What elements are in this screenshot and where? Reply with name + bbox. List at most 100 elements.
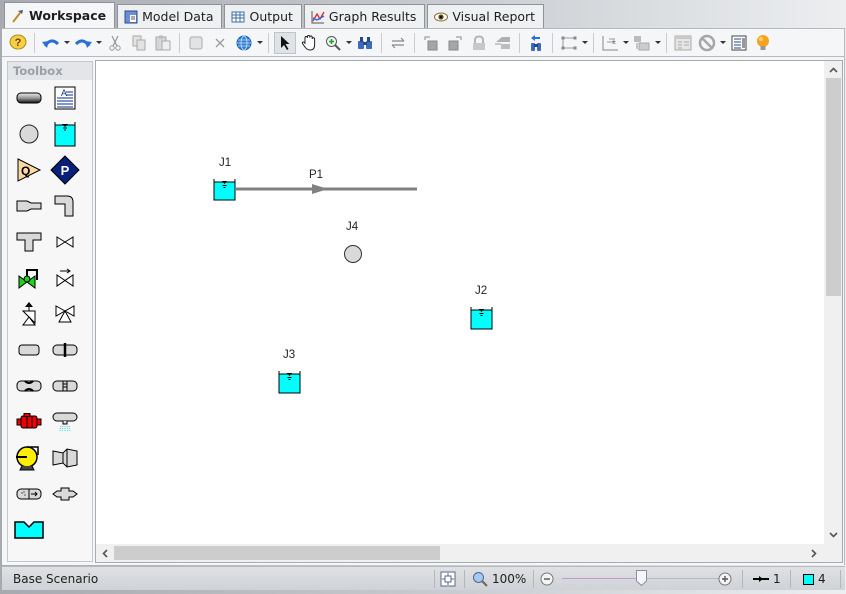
browser-dropdown[interactable] xyxy=(256,32,264,54)
junction-j1-reservoir[interactable] xyxy=(213,179,236,201)
select-button[interactable] xyxy=(274,31,296,54)
tool-annotation[interactable]: A xyxy=(50,84,80,112)
find-in-model-button[interactable] xyxy=(525,32,547,54)
tool-orifice[interactable] xyxy=(50,336,80,364)
chevron-up-icon xyxy=(828,67,838,73)
zoom-in-status-button[interactable] xyxy=(718,570,732,588)
vertical-scroll-thumb[interactable] xyxy=(826,78,841,296)
pipe-count-indicator: 1 xyxy=(753,570,781,588)
tool-dead-end[interactable] xyxy=(50,480,80,508)
lock-button[interactable] xyxy=(468,32,490,54)
tool-tee[interactable] xyxy=(14,228,44,256)
zoom-slider-thumb[interactable] xyxy=(636,570,647,586)
tool-valve[interactable] xyxy=(50,228,80,256)
junction-count-text: 4 xyxy=(818,572,826,586)
paste-button[interactable] xyxy=(152,32,174,54)
tool-screen[interactable] xyxy=(50,372,80,400)
zoom-slider[interactable] xyxy=(562,570,720,586)
distribute-dropdown[interactable] xyxy=(654,32,662,54)
select-arrow-icon xyxy=(281,35,290,50)
control-valve-icon xyxy=(18,269,38,289)
tool-pipe[interactable] xyxy=(14,84,44,112)
workspace-canvas[interactable]: J1 P1 J4 J2 J3 xyxy=(96,61,824,545)
bring-front-icon xyxy=(448,36,462,50)
group-button[interactable] xyxy=(185,32,207,54)
tab-model-data[interactable]: Model Data xyxy=(117,4,223,28)
scroll-left-button[interactable] xyxy=(97,544,113,562)
zoom-level-indicator[interactable]: 100% xyxy=(472,570,526,588)
tool-reservoir[interactable] xyxy=(50,120,80,148)
tab-output[interactable]: Output xyxy=(224,4,302,28)
scroll-up-button[interactable] xyxy=(824,62,842,78)
tool-venturi[interactable] xyxy=(14,372,44,400)
pan-button[interactable] xyxy=(298,32,320,54)
distribute-button[interactable] xyxy=(631,32,653,54)
flow-direction-arrow-icon xyxy=(312,184,328,194)
cut-button[interactable] xyxy=(104,32,126,54)
tool-heat-exchanger[interactable] xyxy=(50,444,80,472)
reverse-direction-button[interactable] xyxy=(387,32,409,54)
tab-graph-results[interactable]: Graph Results xyxy=(303,4,426,28)
align-dropdown[interactable] xyxy=(622,32,630,54)
zoom-out-button[interactable] xyxy=(540,570,554,588)
copy-button[interactable] xyxy=(128,32,150,54)
tool-spray-discharge[interactable] xyxy=(50,408,80,436)
delete-button[interactable] xyxy=(209,32,231,54)
tool-control-valve[interactable] xyxy=(14,264,44,292)
scroll-down-button[interactable] xyxy=(824,527,842,543)
pipe-routing-dropdown[interactable] xyxy=(581,32,589,54)
annotation-layer-button[interactable] xyxy=(492,32,514,54)
zoom-dropdown[interactable] xyxy=(345,32,353,54)
pipe-routing-button[interactable] xyxy=(558,32,580,54)
redo-button[interactable] xyxy=(72,32,94,54)
horizontal-scroll-thumb[interactable] xyxy=(114,546,440,560)
tips-button[interactable] xyxy=(752,32,774,54)
scenario-name[interactable]: Base Scenario xyxy=(13,572,98,586)
junction-j4-branch[interactable] xyxy=(344,245,362,263)
tab-visual-report[interactable]: Visual Report xyxy=(427,4,545,28)
help-button[interactable]: ? xyxy=(7,32,29,54)
scroll-right-button[interactable] xyxy=(806,544,822,562)
undo-dropdown[interactable] xyxy=(63,32,71,54)
group-icon xyxy=(189,36,203,49)
tool-branch[interactable] xyxy=(14,120,44,148)
pipe-p1[interactable] xyxy=(236,184,417,194)
zoom-in-button[interactable] xyxy=(322,32,344,54)
tab-workspace[interactable]: Workspace xyxy=(4,2,116,28)
junction-label-j1: J1 xyxy=(219,157,232,169)
tool-assigned-flow[interactable]: Q xyxy=(14,156,44,184)
browser-button[interactable] xyxy=(233,32,255,54)
spray-discharge-icon xyxy=(52,412,78,433)
tool-pump[interactable] xyxy=(14,408,44,436)
disable-button[interactable] xyxy=(696,32,718,54)
undo-button[interactable] xyxy=(40,32,62,54)
tool-general-component[interactable] xyxy=(14,336,44,364)
zoom-in-icon xyxy=(326,35,341,51)
tool-three-way-valve[interactable] xyxy=(50,300,80,328)
redo-dropdown[interactable] xyxy=(95,32,103,54)
tool-relief-valve[interactable] xyxy=(14,300,44,328)
horizontal-scrollbar[interactable] xyxy=(96,544,824,562)
fit-to-window-button[interactable] xyxy=(440,570,456,588)
tool-check-valve[interactable] xyxy=(50,264,80,292)
find-button[interactable] xyxy=(354,32,376,54)
tool-area-change-reducer[interactable] xyxy=(14,192,44,220)
properties-panel-button[interactable] xyxy=(672,32,694,54)
toolbox-title: Toolbox xyxy=(8,62,92,80)
canvas-drawing xyxy=(213,179,493,394)
bring-to-front-button[interactable] xyxy=(444,32,466,54)
checklist-button[interactable] xyxy=(728,32,750,54)
tool-filter[interactable] xyxy=(14,480,44,508)
vertical-scrollbar[interactable] xyxy=(824,61,842,545)
tool-volume-balance[interactable] xyxy=(14,516,44,544)
tool-bend[interactable] xyxy=(50,192,80,220)
send-to-back-button[interactable] xyxy=(420,32,442,54)
tool-assigned-pressure[interactable]: P xyxy=(50,155,80,185)
volume-balance-icon xyxy=(14,521,44,539)
disable-dropdown[interactable] xyxy=(719,32,727,54)
status-separator xyxy=(533,570,534,588)
tool-compressor[interactable] xyxy=(14,444,44,472)
junction-j3-reservoir[interactable] xyxy=(278,371,301,394)
junction-j2-reservoir[interactable] xyxy=(470,307,493,330)
align-button[interactable]: ± xyxy=(599,32,621,54)
